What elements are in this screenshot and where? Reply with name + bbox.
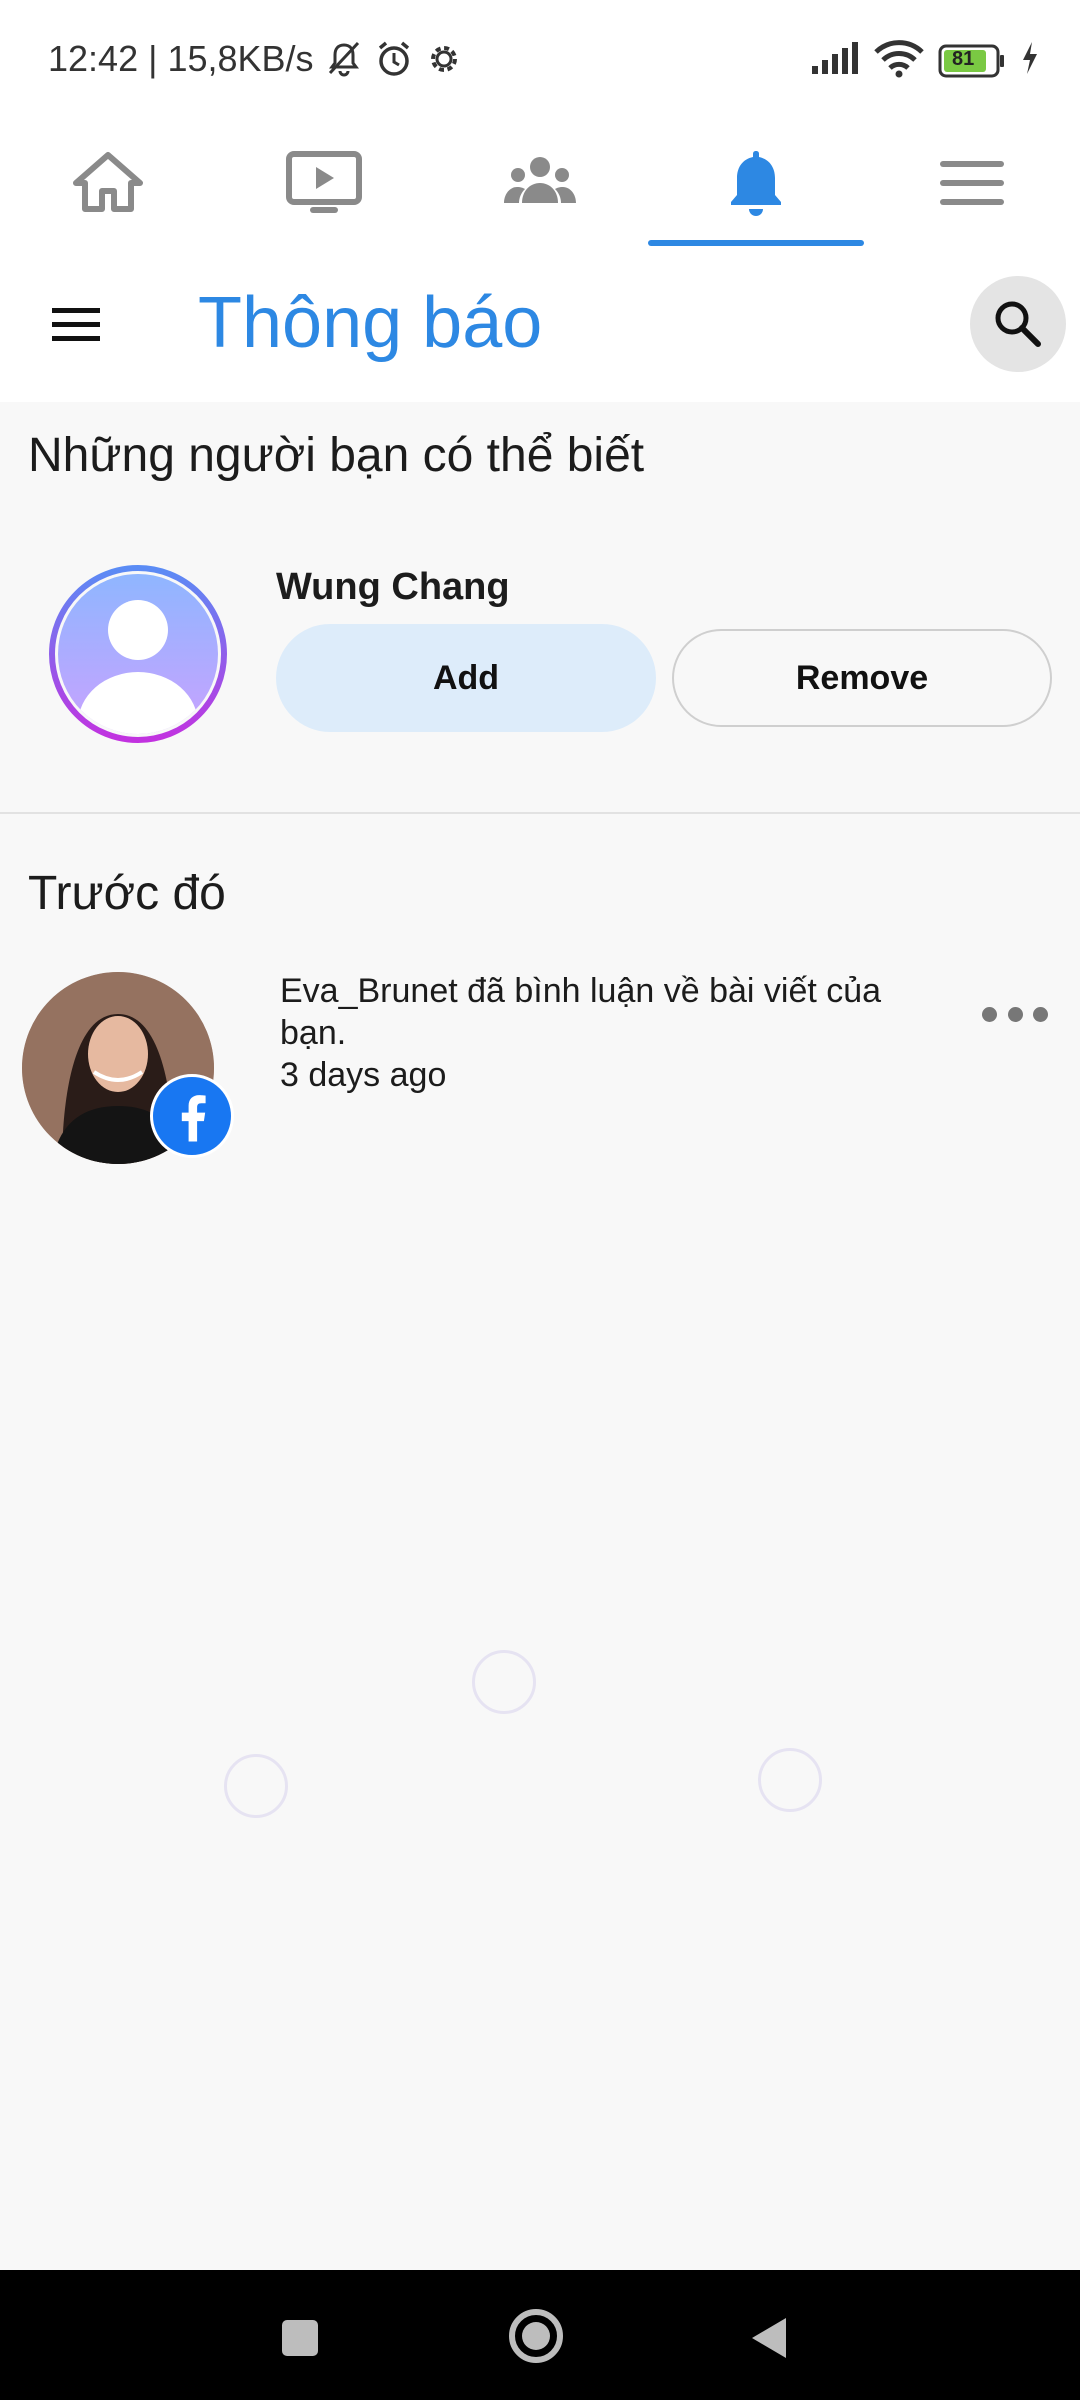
back-button[interactable] xyxy=(742,2310,798,2366)
status-left: 12:42 | 15,8KB/s xyxy=(48,38,464,80)
suggestion-name[interactable]: Wung Chang xyxy=(276,566,510,609)
menu-icon xyxy=(940,161,1004,205)
remove-suggestion-button[interactable]: Remove xyxy=(672,629,1052,727)
back-triangle-icon xyxy=(752,2318,786,2358)
settings-icon xyxy=(424,39,464,79)
bell-icon xyxy=(731,151,781,216)
tab-notifications[interactable] xyxy=(648,120,864,246)
top-nav xyxy=(0,120,1080,246)
more-dot xyxy=(1007,1006,1023,1022)
search-button[interactable] xyxy=(970,276,1066,372)
suggestions-title: Những người bạn có thể biết xyxy=(28,429,645,482)
suggestion-avatar[interactable] xyxy=(48,564,228,744)
more-dot xyxy=(1033,1006,1048,1022)
recents-button[interactable] xyxy=(272,2310,328,2366)
system-nav-bar xyxy=(0,2270,1080,2400)
video-icon xyxy=(286,151,362,213)
charging-icon xyxy=(1020,40,1040,81)
status-right: 81 xyxy=(810,38,1040,83)
loading-dot xyxy=(472,1650,536,1714)
more-options-button[interactable] xyxy=(982,996,1048,1032)
default-avatar-icon xyxy=(49,565,227,743)
wifi-icon xyxy=(874,38,924,83)
add-friend-button[interactable]: Add xyxy=(276,624,656,732)
battery-icon: 81 xyxy=(938,44,1006,78)
tab-home[interactable] xyxy=(0,120,216,246)
home-icon xyxy=(73,152,143,212)
status-bar: 12:42 | 15,8KB/s 81 xyxy=(0,0,1080,120)
loading-dot xyxy=(224,1754,288,1818)
hamburger-menu-button[interactable] xyxy=(44,298,108,350)
loading-dot xyxy=(758,1748,822,1812)
battery-level: 81 xyxy=(952,47,975,70)
circle-icon xyxy=(509,2309,563,2363)
hamburger-icon xyxy=(52,308,100,341)
status-speed: | 15,8KB/s xyxy=(148,38,314,79)
notification-time: 3 days ago xyxy=(280,1056,447,1094)
tab-menu[interactable] xyxy=(864,120,1080,246)
earlier-title: Trước đó xyxy=(28,867,226,920)
facebook-icon xyxy=(150,1074,234,1158)
tab-groups[interactable] xyxy=(432,120,648,246)
square-icon xyxy=(282,2320,318,2356)
signal-icon xyxy=(810,40,860,81)
notification-text[interactable]: Eva_Brunet đã bình luận về bài viết của … xyxy=(280,970,940,1054)
groups-icon xyxy=(504,157,576,203)
search-icon xyxy=(995,301,1041,347)
more-dot xyxy=(982,1006,997,1022)
status-time: 12:42 xyxy=(48,38,139,79)
home-button[interactable] xyxy=(504,2304,568,2368)
notifications-header: Thông báo xyxy=(0,246,1080,402)
tab-video[interactable] xyxy=(216,120,432,246)
page-title: Thông báo xyxy=(198,283,543,363)
mute-bell-icon xyxy=(324,39,364,79)
section-divider xyxy=(0,812,1080,814)
alarm-icon xyxy=(374,39,414,79)
